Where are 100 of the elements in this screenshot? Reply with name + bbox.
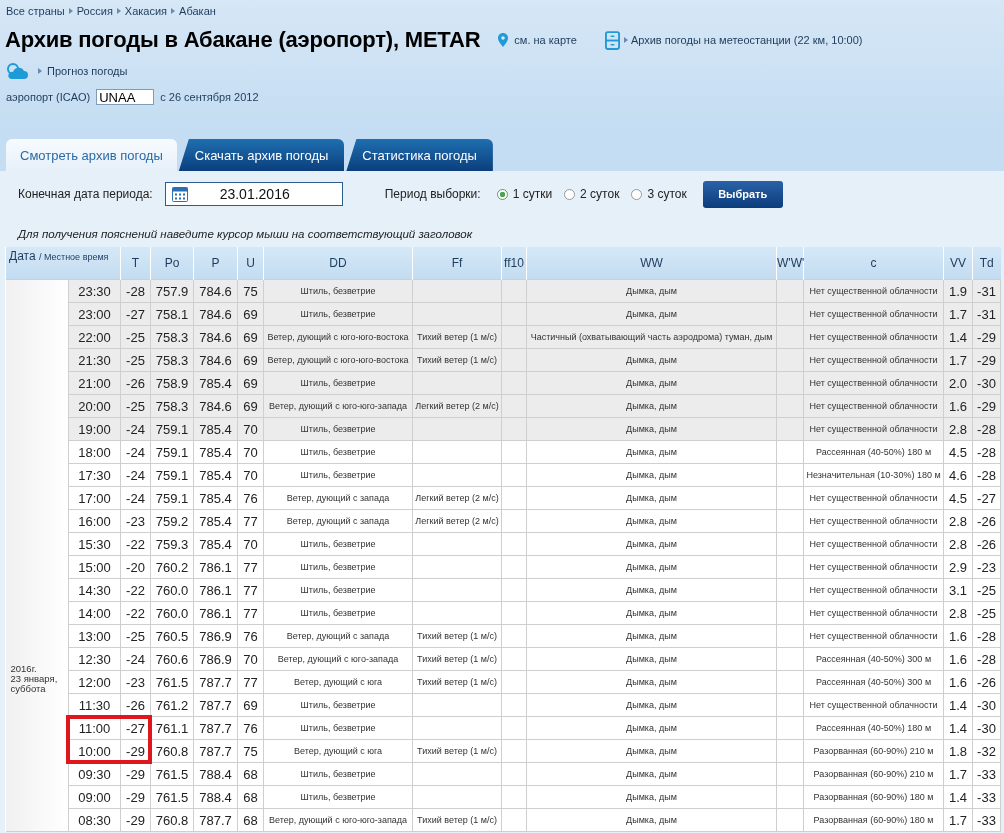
table-cell: -27: [972, 486, 1001, 509]
tab[interactable]: Скачать архив погоды: [178, 139, 345, 171]
table-cell: 1.6: [943, 670, 973, 693]
forecast-link[interactable]: Прогноз погоды: [47, 65, 128, 77]
tab[interactable]: Статистика погоды: [346, 139, 493, 171]
table-cell: 760.6: [150, 647, 194, 670]
table-cell: 76: [237, 486, 264, 509]
column-header[interactable]: DD: [263, 247, 413, 279]
triangle-icon: [623, 37, 628, 43]
table-cell: Нет существенной облачности: [803, 302, 944, 325]
breadcrumb-link[interactable]: Россия: [76, 5, 113, 17]
table-cell: -29: [972, 348, 1001, 371]
table-cell: 77: [237, 601, 264, 624]
table-cell: 787.7: [193, 716, 238, 739]
table-cell: Дымка, дым: [526, 509, 777, 532]
date-header: Дата: [9, 249, 36, 263]
table-cell: -22: [120, 532, 151, 555]
table-cell: Дымка, дым: [526, 647, 777, 670]
column-header[interactable]: P: [193, 247, 238, 279]
breadcrumb-link[interactable]: Хакасия: [124, 5, 168, 17]
column-header[interactable]: WW: [526, 247, 777, 279]
date-text: 2016г. 23 января, суббота: [9, 661, 59, 694]
table-cell: -28: [972, 417, 1001, 440]
table-cell: -25: [120, 325, 151, 348]
table-cell: Дымка, дым: [526, 670, 777, 693]
triangle-icon: [68, 8, 73, 14]
table-cell: 76: [237, 624, 264, 647]
table-cell: -25: [120, 348, 151, 371]
period-radio[interactable]: 1 сутки: [496, 187, 553, 201]
period-radio[interactable]: 3 суток: [631, 187, 687, 201]
table-cell: 77: [237, 555, 264, 578]
column-header[interactable]: VV: [943, 247, 973, 279]
table-cell: 17:00: [68, 486, 121, 509]
column-header[interactable]: W'W': [776, 247, 804, 279]
table-cell: 758.3: [150, 348, 194, 371]
table-cell: -26: [972, 532, 1001, 555]
table-cell: -30: [972, 716, 1001, 739]
icao-input[interactable]: UNAA: [96, 89, 155, 105]
column-header[interactable]: ff10: [501, 247, 527, 279]
table-cell: 68: [237, 808, 264, 831]
table-cell: Дымка, дым: [526, 601, 777, 624]
table-cell: Дымка, дым: [526, 302, 777, 325]
table-cell: Штиль, безветрие: [263, 555, 413, 578]
table-cell: 16:00: [68, 509, 121, 532]
date-field[interactable]: 23.01.2016: [164, 182, 343, 206]
table-cell: 4.5: [943, 486, 973, 509]
table-cell: -33: [972, 808, 1001, 831]
table-cell: -30: [972, 371, 1001, 394]
end-date-label: Конечная дата периода:: [18, 187, 153, 201]
column-header[interactable]: Ff: [412, 247, 502, 279]
table-cell: -28: [972, 463, 1001, 486]
column-header[interactable]: Td: [972, 247, 1001, 279]
table-cell: -29: [972, 394, 1001, 417]
table-cell: 23:00: [68, 302, 121, 325]
table-cell: 69: [237, 371, 264, 394]
station-archive-link[interactable]: Архив погоды на метеостанции (22 км, 10:00): [630, 34, 863, 46]
table-cell: Легкий ветер (2 м/с): [412, 486, 502, 509]
table-cell: 760.5: [150, 624, 194, 647]
table-cell: Нет существенной облачности: [803, 532, 944, 555]
table-cell: 1.4: [943, 716, 973, 739]
table-cell: -20: [120, 555, 151, 578]
table-cell: Дымка, дым: [526, 716, 777, 739]
table-cell: 787.7: [193, 670, 238, 693]
table-cell: 757.9: [150, 279, 194, 302]
table-cell: 1.4: [943, 693, 973, 716]
map-pin-icon: [498, 33, 509, 47]
table-cell: Штиль, безветрие: [263, 785, 413, 808]
column-header[interactable]: c: [803, 247, 944, 279]
table-cell: -25: [120, 394, 151, 417]
table-cell: Штиль, безветрие: [263, 601, 413, 624]
breadcrumb-link[interactable]: Абакан: [179, 5, 216, 17]
table-cell: -24: [120, 417, 151, 440]
table-cell: 19:00: [68, 417, 121, 440]
table-cell: 760.2: [150, 555, 194, 578]
period-radio[interactable]: 2 суток: [564, 187, 620, 201]
table-cell: 786.9: [193, 647, 238, 670]
map-link[interactable]: см. на карте: [514, 34, 577, 46]
table-cell: 785.4: [193, 486, 238, 509]
table-cell: Штиль, безветрие: [263, 440, 413, 463]
breadcrumb-link[interactable]: Все страны: [6, 5, 65, 17]
table-cell: -22: [120, 578, 151, 601]
tab[interactable]: Смотреть архив погоды: [6, 139, 177, 171]
table-cell: -33: [972, 762, 1001, 785]
table-cell: 1.7: [943, 762, 973, 785]
column-header[interactable]: Po: [150, 247, 194, 279]
table-cell: Тихий ветер (1 м/с): [412, 808, 502, 831]
table-cell: Штиль, безветрие: [263, 417, 413, 440]
table-cell: Нет существенной облачности: [803, 555, 944, 578]
table-cell: Нет существенной облачности: [803, 394, 944, 417]
submit-button[interactable]: Выбрать: [702, 180, 783, 208]
triangle-icon: [38, 68, 42, 74]
table-cell: -29: [972, 325, 1001, 348]
table-cell: Нет существенной облачности: [803, 348, 944, 371]
column-header[interactable]: U: [237, 247, 264, 279]
column-header[interactable]: T: [120, 247, 151, 279]
table-cell: -24: [120, 463, 151, 486]
table-cell: 09:30: [68, 762, 121, 785]
table-cell: -27: [120, 302, 151, 325]
table-cell: 23:30: [68, 279, 121, 302]
table-cell: 760.0: [150, 578, 194, 601]
